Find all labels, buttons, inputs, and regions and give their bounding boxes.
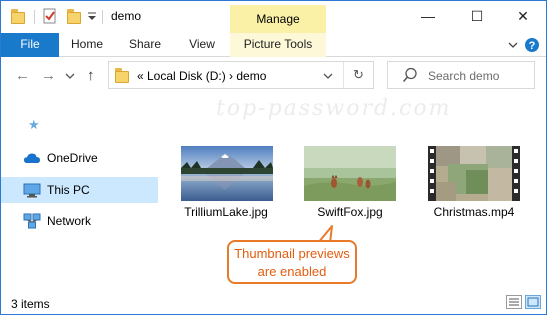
status-bar: 3 items — [1, 291, 546, 314]
computer-icon — [23, 183, 41, 198]
thumbnail-swift-fox[interactable] — [304, 146, 396, 201]
video-filmstrip-image — [428, 146, 520, 201]
folder-icon[interactable] — [11, 9, 25, 24]
item-count: 3 items — [11, 297, 50, 311]
ribbon-tabs: File Home Share View Picture Tools ? — [1, 33, 546, 57]
help-icon[interactable]: ? — [524, 37, 540, 53]
address-path[interactable]: « Local Disk (D:) › demo — [137, 69, 266, 83]
search-placeholder: Search demo — [428, 69, 500, 83]
nav-item-network[interactable]: Network — [1, 208, 158, 234]
thumbnail-trillium-lake[interactable] — [181, 146, 273, 201]
nav-item-label: This PC — [47, 183, 90, 197]
file-list: top-password.com TrilliumLake.jpg SwiftF… — [159, 94, 546, 291]
close-button[interactable]: ✕ — [500, 1, 546, 31]
qat-separator — [34, 10, 35, 24]
details-view-button[interactable] — [506, 295, 522, 309]
nav-item-label: Network — [47, 214, 92, 228]
refresh-button[interactable]: ↻ — [343, 62, 373, 88]
refresh-icon: ↻ — [353, 67, 364, 82]
minimize-button[interactable]: — — [405, 1, 451, 31]
fox-field-image — [304, 146, 396, 201]
manage-context-label: Manage — [230, 5, 326, 33]
file-name[interactable]: TrilliumLake.jpg — [166, 205, 286, 219]
annotation-callout: Thumbnail previews are enabled — [227, 240, 357, 284]
thumbnail-christmas-video[interactable] — [428, 146, 520, 201]
tab-file[interactable]: File — [1, 33, 59, 57]
explorer-window: demo Manage — ☐ ✕ File Home Share View P… — [0, 0, 547, 315]
quick-access-star-icon[interactable]: ★ — [28, 117, 40, 133]
qat-dropdown-icon[interactable] — [87, 12, 97, 22]
tab-view[interactable]: View — [177, 33, 227, 57]
address-bar[interactable]: « Local Disk (D:) › demo ↻ — [108, 61, 374, 89]
cloud-icon — [24, 153, 40, 163]
svg-text:?: ? — [529, 40, 536, 52]
address-dropdown-icon[interactable] — [323, 71, 333, 81]
maximize-button[interactable]: ☐ — [454, 1, 500, 31]
file-name[interactable]: Christmas.mp4 — [414, 205, 534, 219]
navigation-pane: ★ OneDrive This PC Network — [1, 94, 159, 291]
large-icons-view-button[interactable] — [525, 295, 541, 309]
window-title: demo — [111, 9, 142, 23]
navigation-bar: ← → ↑ « Local Disk (D:) › demo ↻ Search … — [1, 58, 546, 94]
up-arrow-icon[interactable]: ↑ — [87, 68, 95, 84]
back-arrow-icon[interactable]: ← — [15, 68, 30, 84]
title-bar: demo Manage — ☐ ✕ — [1, 1, 546, 33]
lake-landscape-image — [181, 146, 273, 201]
callout-line: are enabled — [257, 264, 327, 279]
nav-item-onedrive[interactable]: OneDrive — [1, 145, 158, 171]
qat-separator — [102, 10, 103, 24]
tab-home[interactable]: Home — [61, 33, 113, 57]
expand-ribbon-icon[interactable] — [508, 40, 518, 50]
recent-locations-icon[interactable] — [65, 72, 75, 80]
search-box[interactable]: Search demo — [387, 61, 535, 89]
address-folder-icon — [115, 68, 129, 83]
file-name[interactable]: SwiftFox.jpg — [290, 205, 410, 219]
tab-share[interactable]: Share — [119, 33, 171, 57]
watermark-text: top-password.com — [216, 96, 452, 121]
nav-item-label: OneDrive — [47, 151, 98, 165]
search-icon — [402, 67, 417, 82]
new-folder-icon[interactable] — [67, 9, 81, 24]
large-icons-view-icon — [527, 297, 539, 307]
network-icon — [23, 213, 41, 229]
callout-line: Thumbnail previews — [234, 246, 350, 261]
details-view-icon — [509, 298, 519, 306]
nav-item-this-pc[interactable]: This PC — [1, 177, 158, 203]
tab-picture-tools[interactable]: Picture Tools — [230, 33, 326, 57]
forward-arrow-icon[interactable]: → — [41, 68, 56, 84]
properties-icon[interactable] — [43, 8, 57, 24]
